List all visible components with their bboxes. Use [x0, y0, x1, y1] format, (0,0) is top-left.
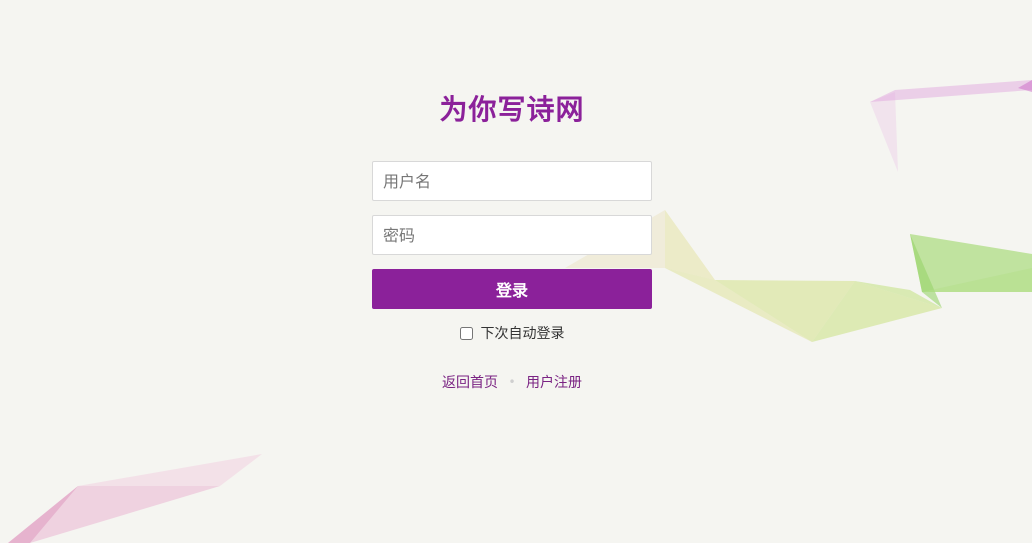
site-title: 为你写诗网 [439, 93, 585, 126]
back-home-link[interactable]: 返回首页 [442, 375, 498, 391]
login-panel: 为你写诗网 登录 下次自动登录 返回首页 • 用户注册 [372, 88, 652, 393]
remember-me-row: 下次自动登录 [372, 323, 652, 343]
password-input[interactable] [372, 215, 652, 255]
remember-me-label: 下次自动登录 [480, 326, 565, 342]
login-button[interactable]: 登录 [372, 269, 652, 309]
username-input[interactable] [372, 161, 652, 201]
register-link[interactable]: 用户注册 [526, 375, 582, 391]
remember-me-checkbox[interactable] [459, 326, 473, 340]
footer-links: 返回首页 • 用户注册 [372, 372, 652, 393]
link-separator: • [508, 375, 516, 389]
